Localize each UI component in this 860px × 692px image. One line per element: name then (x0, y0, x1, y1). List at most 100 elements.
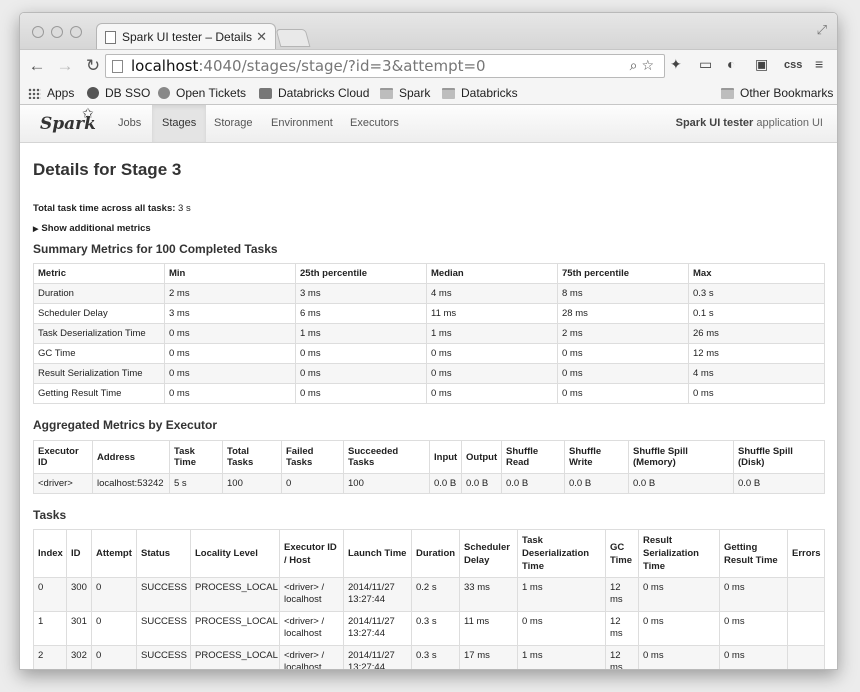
new-tab-button[interactable] (275, 29, 311, 47)
bookmark-spark[interactable]: Spark (380, 86, 430, 100)
column-header-executor-id[interactable]: Executor ID (33, 440, 93, 474)
folder-icon (721, 87, 734, 99)
column-header-executor-id-host[interactable]: Executor ID / Host (279, 529, 344, 578)
table-cell (787, 645, 825, 669)
tab-strip: Spark UI tester – Details fo ✕ ⤢ (20, 13, 837, 50)
column-header-shuffle-write[interactable]: Shuffle Write (564, 440, 629, 474)
column-header-gc-time[interactable]: GC Time (605, 529, 639, 578)
forward-button[interactable]: → (54, 56, 76, 76)
table-cell: 0.0 B (461, 473, 502, 494)
nav-jobs[interactable]: Jobs (108, 105, 151, 142)
table-cell: 1 ms (517, 645, 606, 669)
cast-icon[interactable]: ▭ (699, 56, 712, 73)
table-row: 2 302 0 SUCCESS PROCESS_LOCAL <driver> / loca… (33, 645, 825, 669)
table-cell: 0.3 s (411, 611, 460, 646)
column-header-address[interactable]: Address (92, 440, 170, 474)
column-header-scheduler-delay[interactable]: Scheduler Delay (459, 529, 518, 578)
table-cell: 0 ms (638, 645, 720, 669)
column-header-shuffle-spill-disk[interactable]: Shuffle Spill (Disk) (733, 440, 825, 474)
column-header-getting-result-time[interactable]: Getting Result Time (719, 529, 788, 578)
column-header-total-tasks[interactable]: Total Tasks (222, 440, 282, 474)
back-button[interactable]: ← (26, 56, 48, 76)
table-cell: 0 (281, 473, 344, 494)
column-header-locality-level[interactable]: Locality Level (190, 529, 280, 578)
bookmark-other[interactable]: Other Bookmarks (721, 86, 833, 100)
column-header-result-serialization-time[interactable]: Result Serialization Time (638, 529, 720, 578)
search-icon[interactable]: ⌕ (630, 58, 642, 74)
minimize-window-button[interactable] (51, 26, 63, 38)
folder-icon (442, 87, 455, 99)
table-cell: 5 s (169, 473, 223, 494)
nav-executors[interactable]: Executors (340, 105, 409, 142)
column-header-attempt[interactable]: Attempt (91, 529, 137, 578)
column-header-index[interactable]: Index (33, 529, 67, 578)
table-cell: 12 ms (688, 343, 825, 364)
column-header-metric[interactable]: Metric (33, 263, 165, 284)
extension-square-icon[interactable]: ▣ (755, 56, 768, 73)
column-header-id[interactable]: ID (66, 529, 92, 578)
table-cell: localhost:53242 (92, 473, 170, 494)
table-cell: Scheduler Delay (33, 303, 165, 324)
table-cell: 0 ms (688, 383, 825, 404)
column-header-task-deserialization-time[interactable]: Task Deserialization Time (517, 529, 606, 578)
column-header-input[interactable]: Input (429, 440, 462, 474)
column-header-status[interactable]: Status (136, 529, 191, 578)
table-cell: 0.3 s (411, 645, 460, 669)
browser-tab[interactable]: Spark UI tester – Details fo ✕ (96, 23, 276, 50)
column-header-25th-percentile[interactable]: 25th percentile (295, 263, 427, 284)
url-host: localhost (131, 57, 199, 75)
bookmark-apps[interactable]: Apps (28, 86, 74, 100)
db-sso-icon (87, 87, 99, 99)
column-header-failed-tasks[interactable]: Failed Tasks (281, 440, 344, 474)
nav-environment[interactable]: Environment (261, 105, 343, 142)
table-cell: 0 ms (426, 343, 558, 364)
browser-toolbar: ← → ↻ localhost:4040/stages/stage/?id=3&… (20, 49, 837, 82)
bookmark-label: DB SSO (105, 86, 151, 100)
column-header-shuffle-read[interactable]: Shuffle Read (501, 440, 565, 474)
column-header-duration[interactable]: Duration (411, 529, 460, 578)
column-header-75th-percentile[interactable]: 75th percentile (557, 263, 689, 284)
page-icon (105, 30, 116, 44)
bookmark-databricks[interactable]: Databricks (442, 86, 518, 100)
table-cell: PROCESS_LOCAL (190, 611, 280, 646)
total-task-time: Total task time across all tasks: 3 s (33, 203, 191, 214)
table-cell: 4 ms (426, 283, 558, 304)
menu-icon[interactable]: ≡ (815, 56, 823, 72)
show-additional-metrics[interactable]: ▶ Show additional metrics (33, 223, 151, 234)
column-header-launch-time[interactable]: Launch Time (343, 529, 412, 578)
table-cell: 100 (343, 473, 430, 494)
table-cell: 300 (66, 577, 92, 612)
fullscreen-icon[interactable]: ⤢ (817, 22, 827, 38)
css-extension-icon[interactable]: css (784, 59, 802, 71)
table-cell: 6 ms (295, 303, 427, 324)
column-header-min[interactable]: Min (164, 263, 296, 284)
table-cell: 0 ms (557, 383, 689, 404)
table-cell: 0 ms (164, 383, 296, 404)
bookmark-label: Open Tickets (176, 86, 247, 100)
column-header-errors[interactable]: Errors (787, 529, 825, 578)
table-cell: 0.0 B (733, 473, 825, 494)
contrast-icon[interactable]: ◐ (727, 56, 735, 72)
star-icon[interactable]: ☆ (641, 58, 658, 74)
address-bar[interactable]: localhost:4040/stages/stage/?id=3&attemp… (105, 54, 665, 78)
column-header-succeeded-tasks[interactable]: Succeeded Tasks (343, 440, 430, 474)
zoom-window-button[interactable] (70, 26, 82, 38)
column-header-shuffle-spill-memory[interactable]: Shuffle Spill (Memory) (628, 440, 734, 474)
column-header-median[interactable]: Median (426, 263, 558, 284)
table-row: <driver> localhost:53242 5 s 100 0 100 0.0 B 0.… (33, 473, 825, 494)
column-header-output[interactable]: Output (461, 440, 502, 474)
column-header-max[interactable]: Max (688, 263, 825, 284)
nav-stages[interactable]: Stages (152, 105, 207, 142)
extension-puzzle-icon[interactable]: ✦ (670, 56, 682, 73)
bookmark-db-sso[interactable]: DB SSO (87, 86, 150, 100)
column-header-task-time[interactable]: Task Time (169, 440, 223, 474)
reload-button[interactable]: ↻ (82, 56, 104, 76)
close-window-button[interactable] (32, 26, 44, 38)
table-row: 1 301 0 SUCCESS PROCESS_LOCAL <driver> / loca… (33, 611, 825, 646)
summary-heading: Summary Metrics for 100 Completed Tasks (33, 242, 278, 256)
close-tab-icon[interactable]: ✕ (256, 29, 267, 45)
bookmark-databricks-cloud[interactable]: Databricks Cloud (259, 86, 369, 100)
table-cell: 11 ms (426, 303, 558, 324)
nav-storage[interactable]: Storage (204, 105, 263, 142)
bookmark-open-tickets[interactable]: Open Tickets (158, 86, 246, 100)
